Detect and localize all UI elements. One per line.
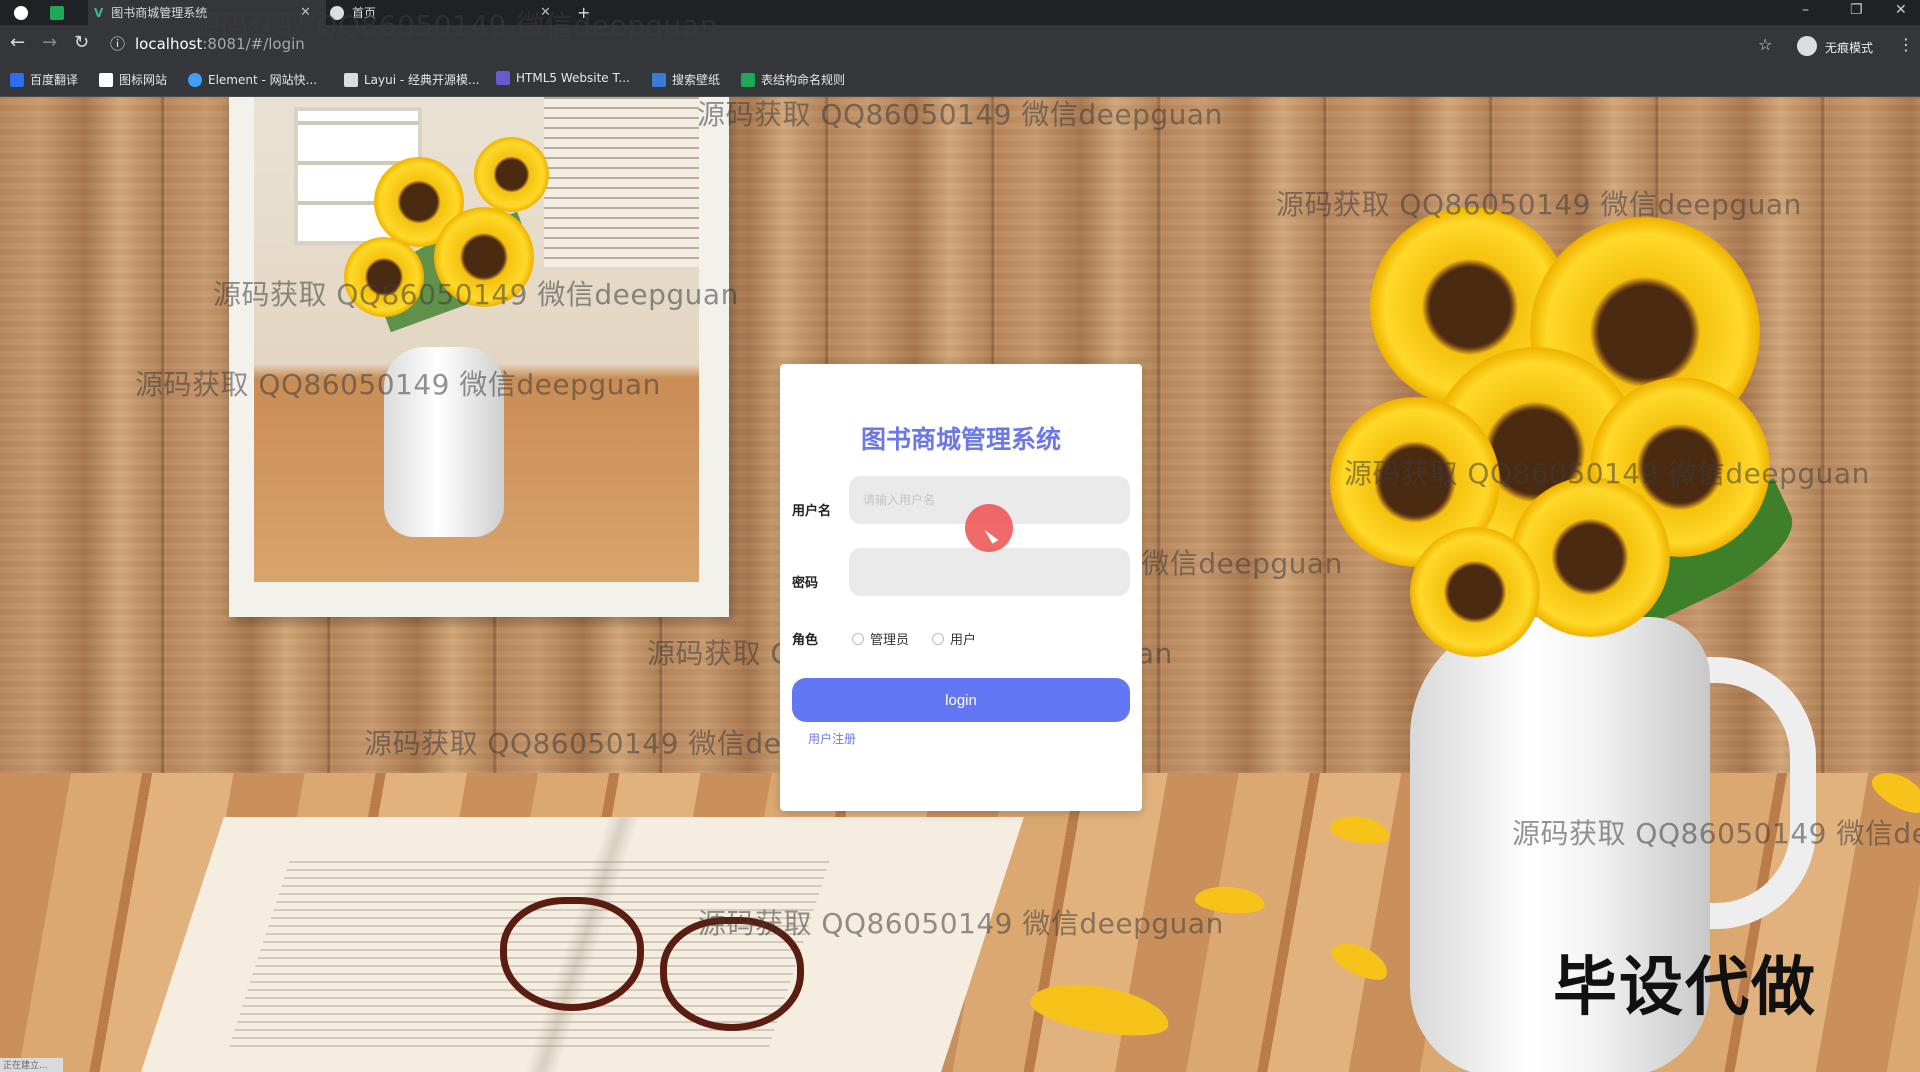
watermark: 源码获取 QQ86050149 微信deepguan xyxy=(1276,188,1802,221)
bookmark-item[interactable]: HTML5 Website T... xyxy=(496,71,630,85)
reload-icon[interactable]: ↻ xyxy=(74,34,89,52)
info-icon: ⓘ xyxy=(110,35,126,53)
role-option-label: 用户 xyxy=(950,633,977,648)
sunflower-shape xyxy=(1410,527,1540,657)
login-title: 图书商城管理系统 xyxy=(860,425,1061,454)
framed-painting xyxy=(254,97,699,582)
bookmark-label: 表结构命名规则 xyxy=(761,73,846,87)
star-icon[interactable]: ☆ xyxy=(1758,36,1772,54)
bookmark-item[interactable]: 百度翻译 xyxy=(10,71,78,88)
layui-icon xyxy=(344,72,358,87)
element-icon xyxy=(188,72,202,87)
role-label: 角色 xyxy=(792,633,819,648)
status-bubble: 正在建立... xyxy=(0,1058,63,1072)
flag-icon xyxy=(99,72,113,87)
bookmark-label: 图标网站 xyxy=(119,73,168,87)
extension-icon[interactable] xyxy=(50,0,72,25)
profile-label[interactable]: 无痕模式 xyxy=(1825,39,1873,56)
login-card: 图书商城管理系统 用户名 密码 角色 管理员 用户 login 用户注册 xyxy=(780,364,1142,811)
bookmark-label: Layui - 经典开源模... xyxy=(364,73,480,87)
bookmark-label: Element - 网站快... xyxy=(208,73,318,87)
password-label: 密码 xyxy=(792,576,819,591)
maximize-button[interactable]: ❐ xyxy=(1850,2,1863,18)
bookmark-item[interactable]: 图标网站 xyxy=(99,71,167,88)
painted-blinds xyxy=(544,97,699,267)
radio-icon xyxy=(852,632,864,645)
menu-dots-icon[interactable]: ⋮ xyxy=(1898,36,1914,54)
watermark: 源码获取 QQ86050149 微信deepguan xyxy=(1512,817,1920,850)
close-window-button[interactable]: ✕ xyxy=(1895,2,1907,18)
doc-icon xyxy=(741,72,755,87)
bookmark-item[interactable]: 搜索壁纸 xyxy=(652,71,720,88)
translate-icon xyxy=(10,72,24,87)
watermark: 源码获取 QQ86050149 微信deepguan xyxy=(213,278,739,311)
minimize-button[interactable]: – xyxy=(1802,2,1809,18)
wallpaper-icon xyxy=(652,72,666,87)
watermark: 源码获取 QQ86050149 微信deepguan xyxy=(1344,457,1870,490)
bookmark-label: 百度翻译 xyxy=(30,73,79,87)
bookmark-item[interactable]: Layui - 经典开源模... xyxy=(344,71,479,88)
sunflower-shape xyxy=(474,137,549,212)
radio-icon xyxy=(932,632,944,645)
bookmark-item[interactable]: Element - 网站快... xyxy=(188,71,317,88)
bookmark-item[interactable]: 表结构命名规则 xyxy=(741,71,845,88)
incognito-icon xyxy=(1797,36,1817,56)
glasses-lens xyxy=(500,897,644,1011)
browser-menu-icon[interactable] xyxy=(14,0,36,25)
forward-arrow-icon[interactable]: → xyxy=(42,34,57,52)
role-radio-user[interactable]: 用户 xyxy=(932,629,976,648)
promo-overlay-text: 毕设代做 xyxy=(1553,951,1817,1025)
register-link[interactable]: 用户注册 xyxy=(808,730,856,747)
back-arrow-icon[interactable]: ← xyxy=(10,34,25,52)
watermark: 源码获取 QQ86050149 微信deepguan xyxy=(192,9,718,42)
password-input[interactable] xyxy=(849,548,1130,596)
bookmark-label: HTML5 Website T... xyxy=(516,71,630,85)
watermark: 源码获取 QQ86050149 微信deepguan xyxy=(697,98,1223,131)
picture-frame xyxy=(229,97,729,617)
role-option-label: 管理员 xyxy=(870,633,910,648)
bookmark-label: 搜索壁纸 xyxy=(672,73,721,87)
watermark: 源码获取 QQ86050149 微信deepguan xyxy=(698,907,1224,940)
role-radio-admin[interactable]: 管理员 xyxy=(852,629,909,648)
watermark: 源码获取 QQ86050149 微信deepguan xyxy=(135,368,661,401)
html5-icon xyxy=(496,71,510,85)
username-label: 用户名 xyxy=(792,504,832,519)
vue-icon: V xyxy=(94,5,104,20)
login-button[interactable]: login xyxy=(792,678,1130,722)
